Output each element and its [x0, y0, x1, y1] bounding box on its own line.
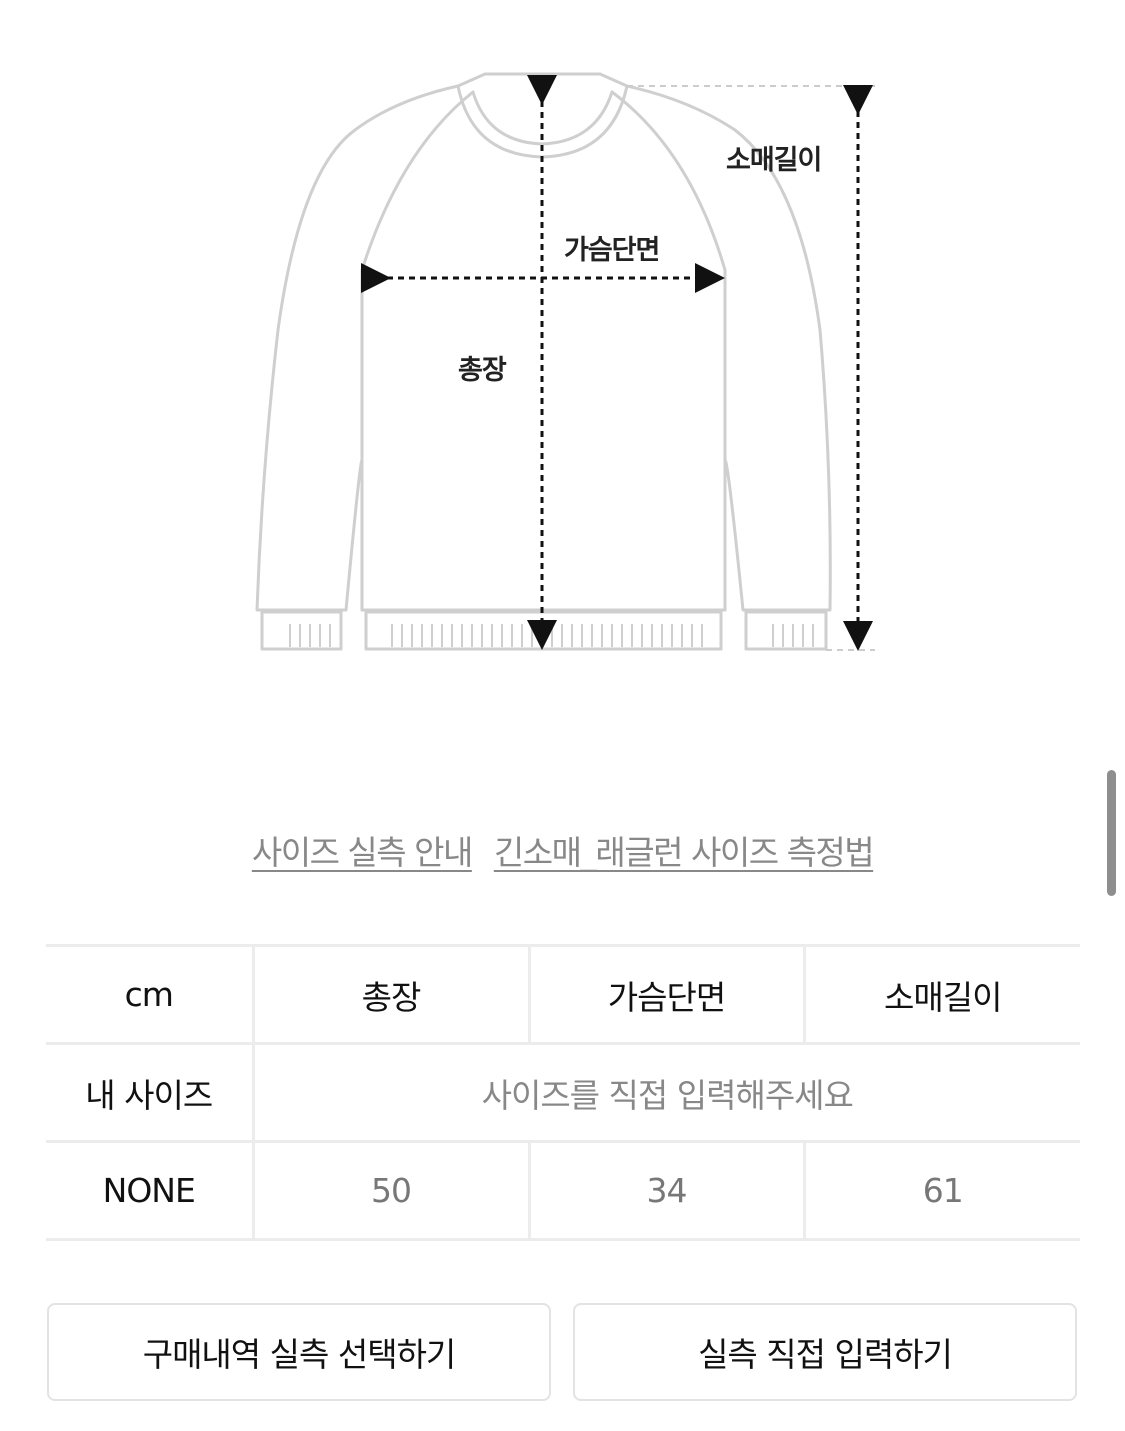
chest-width-label: 가슴단면 — [564, 235, 660, 266]
size-name: NONE — [46, 1140, 253, 1241]
size-guide-page: 소매길이 가슴단면 총장 사이즈 실측 안내 긴소매_래글런 사이즈 측정법 cm… — [0, 0, 1125, 1431]
column-header-total-length: 총장 — [251, 944, 529, 1045]
column-header-sleeve-length: 소매길이 — [802, 944, 1080, 1045]
my-size-row: 내 사이즈 사이즈를 직접 입력해주세요 — [46, 1042, 1080, 1143]
select-from-history-button[interactable]: 구매내역 실측 선택하기 — [47, 1303, 551, 1401]
table-header-row: cm 총장 가슴단면 소매길이 — [46, 944, 1080, 1045]
size-table: cm 총장 가슴단면 소매길이 내 사이즈 사이즈를 직접 입력해주세요 NON… — [46, 944, 1080, 1241]
ribbing-lines — [289, 624, 814, 647]
unit-header: cm — [46, 944, 253, 1045]
sleeve-length-label: 소매길이 — [726, 145, 822, 176]
enter-directly-button[interactable]: 실측 직접 입력하기 — [573, 1303, 1077, 1401]
raglan-sweater-illustration — [255, 72, 875, 651]
guide-links: 사이즈 실측 안내 긴소매_래글런 사이즈 측정법 — [0, 826, 1125, 874]
my-size-input-prompt[interactable]: 사이즈를 직접 입력해주세요 — [251, 1042, 1080, 1143]
my-size-label: 내 사이즈 — [46, 1042, 253, 1143]
garment-diagram: 소매길이 가슴단면 총장 — [0, 0, 1125, 700]
size-guide-link[interactable]: 사이즈 실측 안내 — [252, 833, 474, 872]
total-length-value: 50 — [251, 1140, 529, 1241]
total-length-label: 총장 — [458, 355, 507, 386]
column-header-chest-width: 가슴단면 — [527, 944, 804, 1045]
sleeve-length-value: 61 — [802, 1140, 1080, 1241]
chest-width-value: 34 — [527, 1140, 804, 1241]
measure-method-link[interactable]: 긴소매_래글런 사이즈 측정법 — [494, 833, 875, 872]
table-row: NONE 50 34 61 — [46, 1140, 1080, 1241]
